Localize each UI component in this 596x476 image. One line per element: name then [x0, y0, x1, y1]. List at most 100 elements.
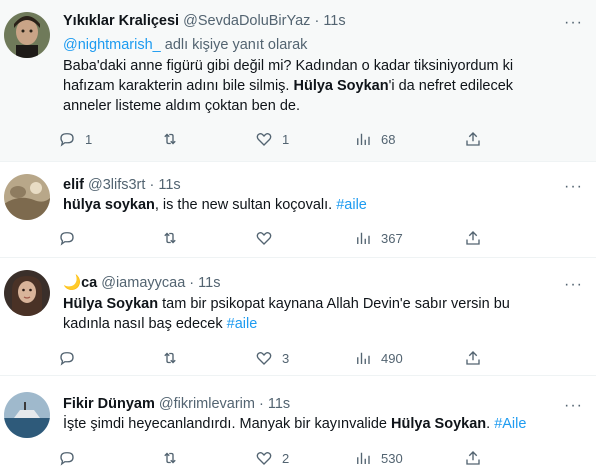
views-button[interactable]: 367	[354, 227, 403, 249]
views-chart-icon	[357, 352, 370, 364]
like-button[interactable]	[255, 227, 282, 249]
highlighted-name: Hülya Soykan	[293, 78, 389, 94]
reply-button[interactable]	[58, 227, 85, 249]
hashtag-link[interactable]: #aile	[227, 316, 258, 332]
share-icon	[466, 451, 480, 465]
heart-icon	[256, 451, 272, 465]
tweet[interactable]: Yıkıklar Kraliçesi @SevdaDoluBirYaz · 11…	[0, 0, 596, 162]
views-button[interactable]: 490	[354, 347, 403, 369]
display-name[interactable]: elif	[63, 177, 84, 193]
heart-icon	[256, 231, 272, 245]
tweet-text-part: tam bir psikopat kaynana Allah Devin'e s…	[158, 296, 510, 312]
like-button[interactable]: 2	[255, 447, 289, 469]
tweet-text-line: anneler listeme aldım çoktan ben de.	[63, 98, 300, 114]
tweet-text-part: İşte şimdi heyecanlandırdı. Manyak bir k…	[63, 416, 392, 432]
retweet-button[interactable]	[161, 227, 188, 249]
heart-icon	[256, 132, 272, 146]
retweet-icon	[164, 452, 176, 464]
tweet[interactable]: Fikir Dünyam @fikrimlevarim · 11s ··· İş…	[0, 376, 596, 476]
view-count: 490	[381, 350, 403, 366]
timestamp[interactable]: 11s	[158, 177, 180, 193]
tweet-header: elif @3lifs3rt · 11s	[63, 176, 556, 194]
tweet-header: 🌙ca @iamayycaa · 11s	[63, 274, 556, 292]
share-icon	[466, 132, 480, 146]
display-name[interactable]: 🌙ca	[63, 275, 97, 291]
avatar[interactable]	[4, 270, 50, 316]
timestamp[interactable]: 11s	[268, 396, 290, 412]
highlighted-name: hülya soykan	[63, 197, 155, 213]
more-options-icon[interactable]: ···	[564, 277, 582, 298]
hashtag-link[interactable]: #aile	[336, 197, 367, 213]
user-handle[interactable]: @fikrimlevarim	[159, 396, 255, 412]
like-button[interactable]: 1	[255, 128, 289, 150]
reply-icon	[60, 352, 74, 366]
action-bar: 1 1 68	[58, 128, 498, 150]
timestamp[interactable]: 11s	[323, 13, 345, 29]
retweet-button[interactable]	[161, 447, 188, 469]
views-button[interactable]: 68	[354, 128, 395, 150]
avatar[interactable]	[4, 174, 50, 220]
tweet-text-line: kadınla nasıl baş edecek #aile	[63, 314, 566, 334]
avatar[interactable]	[4, 12, 50, 58]
tweet[interactable]: elif @3lifs3rt · 11s ··· hülya soykan, i…	[0, 162, 596, 258]
reply-icon	[60, 452, 74, 466]
retweet-button[interactable]	[161, 128, 188, 150]
retweet-icon	[164, 232, 176, 244]
separator: ·	[259, 396, 264, 412]
display-name[interactable]: Yıkıklar Kraliçesi	[63, 13, 179, 29]
heart-icon	[256, 351, 272, 365]
tweet-text-part: .	[486, 416, 495, 432]
like-count: 1	[282, 131, 290, 147]
like-count: 2	[282, 450, 290, 466]
display-name-text: ca	[81, 275, 98, 291]
tweet-text: İşte şimdi heyecanlandırdı. Manyak bir k…	[63, 414, 566, 434]
display-name[interactable]: Fikir Dünyam	[63, 396, 155, 412]
views-button[interactable]: 530	[354, 447, 403, 469]
views-chart-icon	[357, 452, 370, 464]
user-handle[interactable]: @3lifs3rt	[88, 177, 145, 193]
more-options-icon[interactable]: ···	[564, 398, 582, 419]
tweet-text-part: 'i da nefret edilecek	[388, 78, 514, 94]
avatar[interactable]	[4, 392, 50, 438]
separator: ·	[314, 13, 320, 29]
share-button[interactable]	[464, 347, 482, 369]
reply-context: @nightmarish_ adlı kişiye yanıt olarak	[63, 36, 307, 54]
share-icon	[466, 231, 480, 245]
reply-button[interactable]: 1	[58, 128, 92, 150]
user-handle[interactable]: @iamayycaa	[101, 275, 185, 291]
share-button[interactable]	[464, 447, 482, 469]
tweet-text-line: Baba'daki anne figürü gibi değil mi? Kad…	[63, 58, 514, 74]
hashtag-link[interactable]: #Aile	[494, 416, 526, 432]
user-handle[interactable]: @SevdaDoluBirYaz	[183, 13, 310, 29]
tweet-text-part: kadınla nasıl baş edecek	[63, 316, 227, 332]
more-options-icon[interactable]: ···	[564, 15, 582, 36]
tweet-text-line: hafızam karakterin adını bile silmiş. Hü…	[63, 76, 566, 96]
share-button[interactable]	[464, 128, 482, 150]
tweet-text-part: hafızam karakterin adını bile silmiş.	[63, 78, 294, 94]
action-bar: 2 530	[58, 447, 498, 469]
tweet[interactable]: 🌙ca @iamayycaa · 11s ··· Hülya Soykan ta…	[0, 258, 596, 376]
reply-icon	[60, 232, 74, 246]
share-button[interactable]	[464, 227, 482, 249]
like-button[interactable]: 3	[255, 347, 289, 369]
views-chart-icon	[357, 133, 370, 145]
reply-button[interactable]	[58, 347, 85, 369]
moon-emoji: 🌙	[63, 275, 82, 291]
reply-mention-link[interactable]: @nightmarish_	[63, 37, 161, 53]
timestamp[interactable]: 11s	[198, 275, 220, 291]
tweet-feed: Yıkıklar Kraliçesi @SevdaDoluBirYaz · 11…	[0, 0, 596, 476]
highlighted-name: Hülya Soykan	[391, 416, 487, 432]
reply-button[interactable]	[58, 447, 85, 469]
retweet-icon	[164, 133, 176, 145]
retweet-button[interactable]	[161, 347, 188, 369]
view-count: 367	[381, 230, 403, 246]
reply-icon	[60, 133, 74, 147]
share-icon	[466, 351, 480, 365]
reply-suffix: adlı kişiye yanıt olarak	[160, 37, 308, 53]
action-bar: 3 490	[58, 347, 498, 369]
view-count: 530	[381, 450, 403, 466]
separator: ·	[189, 275, 195, 291]
more-options-icon[interactable]: ···	[564, 179, 582, 200]
action-bar: 367	[58, 227, 498, 249]
tweet-text-part: , is the new sultan koçovalı.	[154, 197, 337, 213]
